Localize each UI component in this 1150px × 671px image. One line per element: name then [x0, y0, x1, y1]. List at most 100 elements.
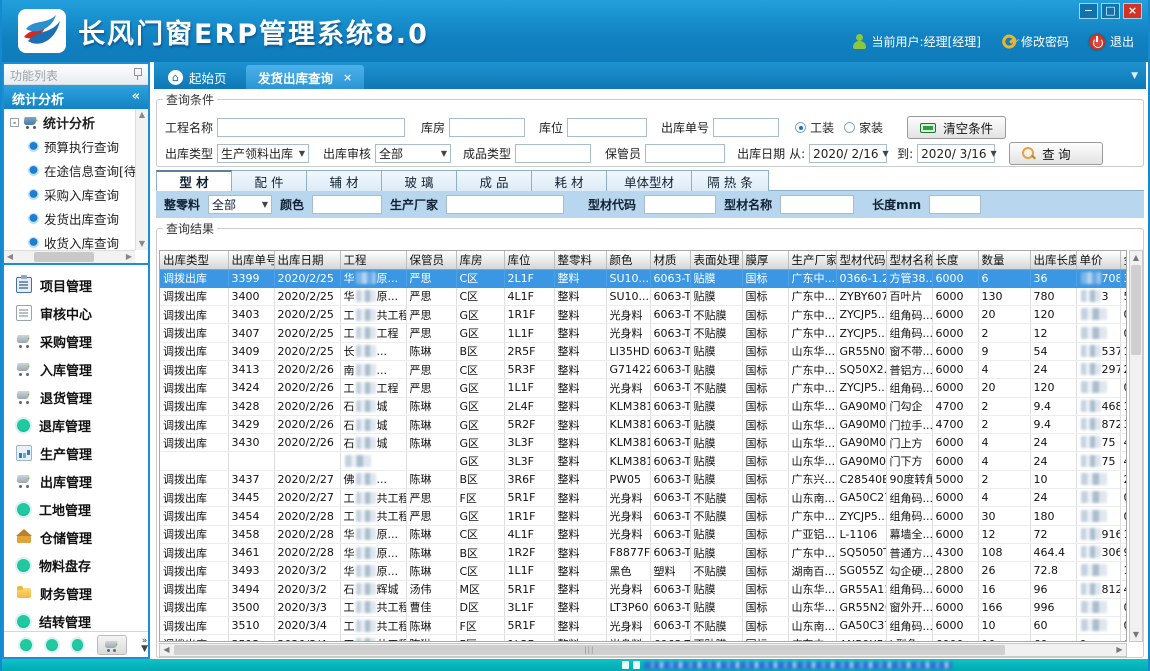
scroll-right-icon[interactable]: ▶ — [1113, 644, 1126, 656]
table-row[interactable]: 调拨出库34372020/2/27佛...陈琳B区3R6F整料PW056063-… — [160, 470, 1127, 488]
column-header[interactable]: 金 — [1120, 251, 1127, 269]
column-header[interactable]: 出库日期 — [274, 251, 340, 269]
sidebar-item-财务管理[interactable]: 财务管理 — [4, 579, 148, 607]
material-tab[interactable]: 型 材 — [156, 170, 232, 191]
out-type-select[interactable]: 生产领料出库▼ — [217, 144, 309, 163]
maximize-button[interactable]: □ — [1101, 3, 1120, 19]
material-tab[interactable]: 成 品 — [456, 170, 532, 191]
column-header[interactable]: 出库单号 — [228, 251, 274, 269]
tree-expander-icon[interactable]: - — [10, 118, 19, 127]
sidebar-item-审核中心[interactable]: 审核中心 — [4, 299, 148, 327]
tree-hscroll-thumb[interactable] — [34, 252, 94, 262]
table-row[interactable]: 调拨出库34582020/2/28华原...陈琳C区4L1F整料光身料6063-… — [160, 525, 1127, 543]
table-row[interactable]: 调拨出库34612020/2/28华原...陈琳B区1R2F整料F8877FT6… — [160, 543, 1127, 561]
column-header[interactable]: 单价 — [1076, 251, 1120, 269]
table-row[interactable]: 调拨出库34072020/2/25工工程严思G区1L1F整料光身料6063-T5… — [160, 324, 1127, 342]
scroll-left-icon[interactable]: ◀ — [160, 644, 173, 656]
project-name-input[interactable] — [217, 118, 405, 137]
scroll-up-icon[interactable]: ▲ — [1130, 251, 1142, 264]
scroll-right-icon[interactable]: ▶ — [123, 251, 135, 263]
sidebar-item-采购管理[interactable]: 采购管理 — [4, 327, 148, 355]
sidebar-item-工地管理[interactable]: 工地管理 — [4, 495, 148, 523]
column-header[interactable]: 材质 — [650, 251, 690, 269]
sidebar-item-项目管理[interactable]: 项目管理 — [4, 271, 148, 299]
vscroll-thumb[interactable] — [1131, 265, 1141, 355]
tree-root-stats[interactable]: - 统计分析 — [4, 111, 134, 134]
toolbar-cart-button[interactable] — [97, 635, 127, 655]
factory-input[interactable] — [446, 195, 564, 214]
stats-section-header[interactable]: 统计分析 « — [4, 85, 148, 109]
table-row[interactable]: 调拨出库34242020/2/26工工程严思G区1L1F整料光身料6063-T5… — [160, 379, 1127, 397]
column-header[interactable]: 型材代码 — [836, 251, 886, 269]
tree-horizontal-scrollbar[interactable]: ◀ ▶ — [4, 250, 135, 263]
length-input[interactable] — [929, 195, 981, 214]
material-tab[interactable]: 配 件 — [231, 170, 307, 191]
sidebar-item-物料盘存[interactable]: 物料盘存 — [4, 551, 148, 579]
toolbar-dot-icon[interactable] — [20, 639, 32, 651]
column-header[interactable]: 出库类型 — [160, 251, 228, 269]
table-row[interactable]: 调拨出库35102020/3/4工共工程陈琳F区5R1F整料光身料6063-T5… — [160, 617, 1127, 635]
table-row[interactable]: 调拨出库34092020/2/25长...陈琳B区2R5F整料LI35HD606… — [160, 342, 1127, 360]
table-row[interactable]: 调拨出库33992020/2/25华原...严思C区2L1F整料SU10...6… — [160, 269, 1127, 287]
material-tab[interactable]: 玻 璃 — [381, 170, 457, 191]
profile-name-input[interactable] — [780, 195, 854, 214]
tab-close-icon[interactable]: × — [343, 71, 352, 84]
tab-shipment-outbound-query[interactable]: 发货出库查询 × — [246, 65, 364, 89]
column-header[interactable]: 库房 — [456, 251, 504, 269]
tab-home[interactable]: ⌂ 起始页 — [156, 65, 239, 89]
sidebar-item-生产管理[interactable]: 生产管理 — [4, 439, 148, 467]
sidebar-item-出库管理[interactable]: 出库管理 — [4, 467, 148, 495]
date-to-select[interactable]: 2020/ 3/16▼ — [917, 144, 995, 163]
table-row[interactable]: 调拨出库34032020/2/25工共工程严思G区1R1F整料光身料6063-T… — [160, 306, 1127, 324]
table-row[interactable]: 调拨出库34452020/2/27工共工程严思F区5R1F整料光身料6063-T… — [160, 489, 1127, 507]
radio-jiazhuang[interactable]: 家装 — [844, 119, 883, 136]
table-row[interactable]: 调拨出库34302020/2/26石城陈琳G区3L3F整料KLM38176063… — [160, 434, 1127, 452]
toolbar-dot-icon[interactable] — [72, 639, 84, 651]
material-tab[interactable]: 辅 材 — [306, 170, 382, 191]
minimize-button[interactable]: − — [1079, 3, 1098, 19]
toolbar-overflow-chevron[interactable]: »▼ — [141, 637, 148, 653]
warehouse-input[interactable] — [449, 118, 525, 137]
column-header[interactable]: 表面处理 — [690, 251, 742, 269]
table-row[interactable]: 调拨出库34132020/2/26南...严思C区5R3F整料G71422606… — [160, 360, 1127, 378]
table-row[interactable]: 调拨出库35122020/3/4工共工程陈琳F区1L2F整料光身料6063-T5… — [160, 635, 1127, 642]
location-input[interactable] — [567, 118, 647, 137]
tree-item[interactable]: 发货出库查询 — [4, 206, 134, 230]
column-header[interactable]: 整零料 — [554, 251, 606, 269]
collapse-icon[interactable]: « — [132, 89, 140, 104]
order-no-input[interactable] — [713, 118, 779, 137]
sidebar-item-入库管理[interactable]: 入库管理 — [4, 355, 148, 383]
product-type-input[interactable] — [515, 144, 591, 163]
results-vertical-scrollbar[interactable]: ▲ ▼ — [1129, 250, 1143, 642]
hscroll-thumb[interactable]: ||| — [174, 645, 1005, 655]
keeper-input[interactable] — [645, 144, 725, 163]
logout-button[interactable]: 退出 — [1089, 33, 1134, 50]
close-button[interactable]: × — [1123, 3, 1142, 19]
column-header[interactable]: 颜色 — [606, 251, 650, 269]
scroll-up-icon[interactable]: ▲ — [136, 109, 148, 121]
change-password-button[interactable]: 修改密码 — [1001, 33, 1069, 50]
clear-conditions-button[interactable]: 清空条件 — [907, 116, 1006, 139]
tree-item[interactable]: 采购入库查询 — [4, 182, 134, 206]
table-row[interactable]: 调拨出库34002020/2/25华原...严思C区4L1F整料SU10...6… — [160, 287, 1127, 305]
column-header[interactable]: 型材名称 — [886, 251, 932, 269]
radio-gongzhuang[interactable]: 工装 — [795, 119, 834, 136]
table-row[interactable]: 调拨出库34292020/2/26石城陈琳G区5R2F整料KLM38176063… — [160, 415, 1127, 433]
column-header[interactable]: 库位 — [504, 251, 554, 269]
toolbar-dot-icon[interactable] — [46, 639, 58, 651]
table-row[interactable]: 调拨出库34542020/2/28工共工程严思G区1R1F整料光身料6063-T… — [160, 507, 1127, 525]
date-from-select[interactable]: 2020/ 2/16▼ — [809, 144, 887, 163]
sidebar-item-结转管理[interactable]: 结转管理 — [4, 607, 148, 631]
whole-scrap-select[interactable]: 全部▼ — [208, 195, 272, 214]
material-tab[interactable]: 隔 热 条 — [691, 170, 769, 191]
column-header[interactable]: 生产厂家 — [788, 251, 836, 269]
tab-overflow-chevron-icon[interactable]: ▼ — [1131, 71, 1138, 81]
table-row[interactable]: 调拨出库35002020/3/3工共工程曹佳D区3L1F整料LT3P606063… — [160, 598, 1127, 616]
results-horizontal-scrollbar[interactable]: ◀ ||| ▶ — [159, 643, 1127, 657]
profile-code-input[interactable] — [644, 195, 716, 214]
color-input[interactable] — [312, 195, 382, 214]
tree-item[interactable]: 预算执行查询 — [4, 134, 134, 158]
column-header[interactable]: 保管员 — [406, 251, 456, 269]
table-row[interactable]: 调拨出库34282020/2/26石城陈琳G区2L4F整料KLM38176063… — [160, 397, 1127, 415]
material-tab[interactable]: 耗 材 — [531, 170, 607, 191]
